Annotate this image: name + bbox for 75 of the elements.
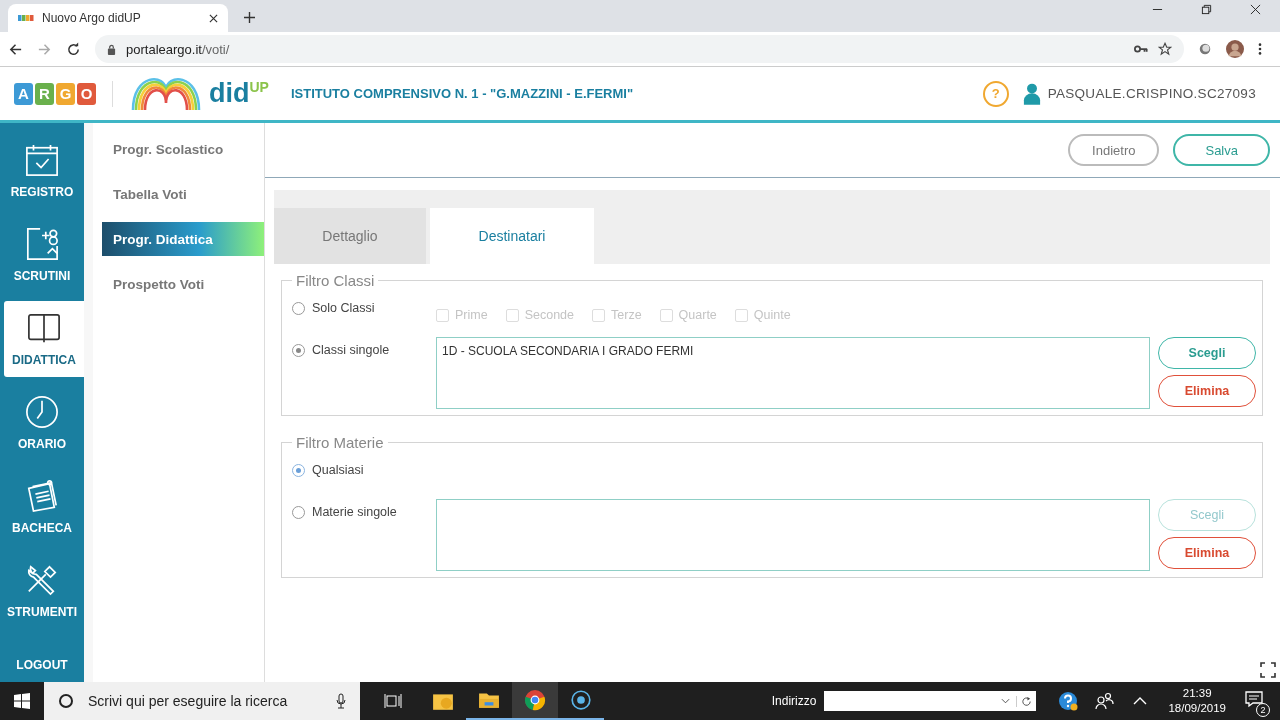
close-icon[interactable]	[209, 13, 218, 23]
notification-icon[interactable]	[1244, 689, 1264, 709]
institute-name: ISTITUTO COMPRENSIVO N. 1 - "G.MAZZINI - E.FERMI"	[290, 86, 634, 101]
address-bar[interactable]: portaleargo.it/voti/	[95, 35, 1184, 63]
nav-item[interactable]: LOGOUT	[0, 638, 84, 676]
address-field[interactable]	[824, 691, 1037, 711]
back-button[interactable]: Indietro	[1068, 134, 1160, 166]
submenu-item[interactable]: Progr. Didattica	[102, 222, 264, 256]
new-tab-icon[interactable]	[244, 12, 255, 23]
clock-icon	[25, 395, 59, 429]
book-icon	[27, 311, 61, 345]
lock-icon	[107, 43, 116, 55]
restore-icon[interactable]	[1201, 3, 1212, 15]
submenu-item[interactable]: Tabella Voti	[102, 177, 264, 211]
extension-icon[interactable]	[1198, 42, 1212, 56]
star-icon[interactable]	[1158, 42, 1172, 56]
url-text: portaleargo.it/voti/	[126, 41, 230, 57]
plus-eight-icon	[25, 227, 59, 261]
save-button[interactable]: Salva	[1173, 134, 1270, 166]
favicon-icon	[18, 15, 34, 21]
refresh-icon[interactable]	[1016, 695, 1033, 707]
delete-button[interactable]: Elimina	[1158, 375, 1256, 407]
dropdown-icon[interactable]	[1001, 698, 1011, 704]
nav-item[interactable]: ORARIO	[0, 385, 84, 461]
avatar-icon[interactable]	[1226, 40, 1244, 58]
search-bar[interactable]: Scrivi qui per eseguire la ricerca	[44, 682, 360, 720]
tab[interactable]: Destinatari	[430, 208, 594, 264]
task-view-icon[interactable]	[384, 693, 402, 709]
close-icon[interactable]	[1250, 3, 1261, 15]
app-logo-text: did$^{UP}$	[209, 78, 269, 109]
microphone-icon[interactable]	[336, 693, 346, 709]
search-icon	[58, 693, 74, 709]
tab[interactable]: Dettaglio	[274, 208, 426, 264]
checkbox-label: Quarte	[678, 308, 717, 322]
nav-item[interactable]: BACHECA	[0, 469, 84, 545]
user-name: PASQUALE.CRISPINO.SC27093	[1047, 86, 1256, 101]
submenu-item[interactable]: Prospetto Voti	[102, 267, 264, 301]
notification-count: 2	[1256, 703, 1270, 717]
user-icon	[1022, 82, 1041, 105]
windows-icon[interactable]	[14, 693, 30, 709]
checkbox-label: Terze	[611, 308, 642, 322]
radio-label: Materie singole	[312, 505, 397, 519]
submenu-item[interactable]: Progr. Scolastico	[102, 132, 264, 166]
nav-item[interactable]: DIDATTICA	[4, 301, 84, 377]
radio-label: Classi singole	[312, 343, 390, 357]
help-icon[interactable]	[1058, 691, 1079, 711]
checkbox-label: Quinte	[753, 308, 791, 322]
fullscreen-icon[interactable]	[1260, 662, 1276, 678]
checkbox-label: Prime	[455, 308, 488, 322]
choose-button[interactable]: Scegli	[1158, 337, 1256, 369]
argo-logo: A R G O	[14, 82, 96, 105]
tab-title: Nuovo Argo didUP	[42, 11, 142, 25]
radio-label: Solo Classi	[312, 301, 375, 315]
rainbow-arches-icon	[131, 76, 201, 111]
nav-item[interactable]: SCRUTINI	[0, 217, 84, 293]
delete-button[interactable]: Elimina	[1158, 537, 1256, 569]
clock-date: 18/09/2019	[1168, 701, 1226, 716]
search-field[interactable]: Scrivi qui per eseguire la ricerca	[86, 692, 324, 710]
notepad-icon	[25, 479, 59, 513]
tools-icon	[25, 563, 59, 597]
filter-title: Filtro Materie	[295, 434, 385, 451]
reload-icon[interactable]	[66, 41, 81, 57]
filter-title: Filtro Classi	[295, 272, 376, 289]
nav-item[interactable]: STRUMENTI	[0, 553, 84, 629]
people-icon[interactable]	[1094, 691, 1115, 711]
clock-time: 21:39	[1182, 686, 1212, 701]
calendar-icon	[25, 143, 59, 177]
nav-item[interactable]: REGISTRO	[0, 133, 84, 209]
menu-icon[interactable]	[1258, 42, 1262, 56]
checkbox-label: Seconde	[524, 308, 574, 322]
browser-tab[interactable]: Nuovo Argo didUP	[8, 4, 228, 32]
address-label: Indirizzo	[771, 694, 817, 708]
chrome-icon[interactable]	[512, 682, 558, 720]
selection-list[interactable]: 1D - SCUOLA SECONDARIA I GRADO FERMI	[436, 337, 1150, 409]
radio-label: Qualsiasi	[312, 463, 364, 477]
